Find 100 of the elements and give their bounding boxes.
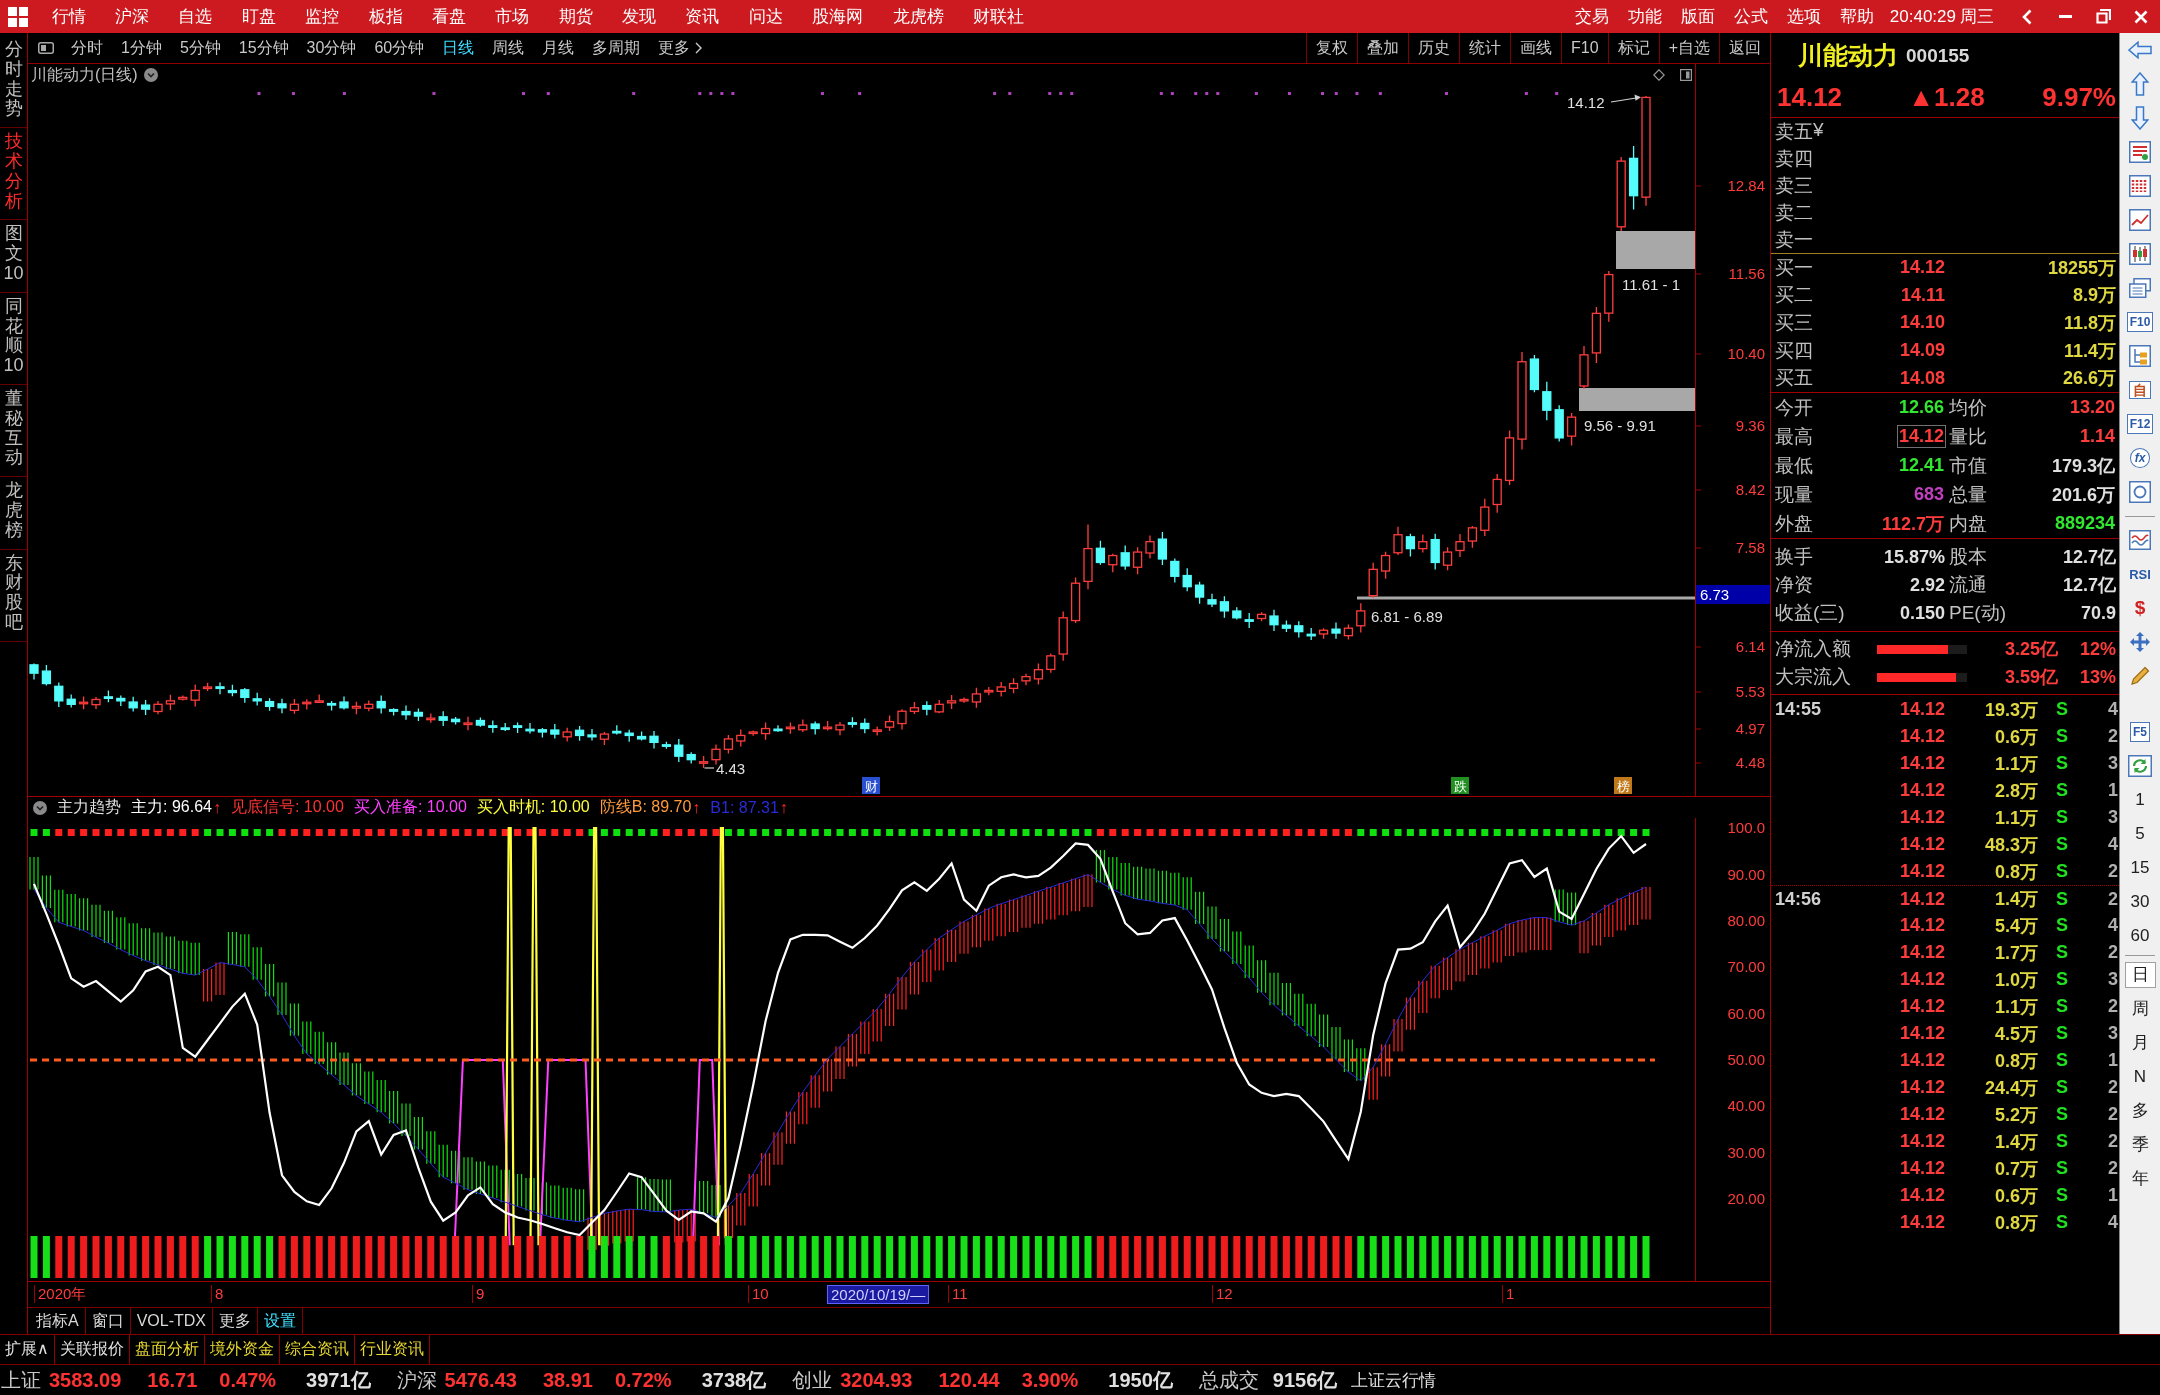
candlestick-icon[interactable] <box>2129 243 2151 265</box>
menu-item[interactable]: 期货 <box>544 5 608 28</box>
period-button[interactable]: 15 <box>2123 855 2157 881</box>
side-tab[interactable]: 同花顺10 <box>2 296 25 376</box>
menu-item[interactable]: 版面 <box>1671 5 1725 28</box>
period-tab[interactable]: 30分钟 <box>297 37 366 59</box>
rsi-button[interactable]: RSI <box>2129 566 2151 582</box>
extension-tab[interactable]: 综合资讯 <box>279 1335 355 1364</box>
menu-item[interactable]: 选项 <box>1777 5 1831 28</box>
period-button[interactable]: 周 <box>2124 996 2156 1022</box>
menu-item[interactable]: 沪深 <box>100 5 164 28</box>
event-tag[interactable]: 跌 <box>1451 777 1469 794</box>
period-button[interactable]: 季 <box>2124 1132 2156 1158</box>
restore-icon[interactable] <box>2095 9 2111 24</box>
menu-item[interactable]: 龙虎榜 <box>877 5 959 28</box>
grid-icon[interactable] <box>8 6 28 27</box>
extension-tab[interactable]: 盘面分析 <box>129 1335 205 1364</box>
indicator-tab[interactable]: 更多 <box>213 1308 258 1334</box>
extension-tab[interactable]: 扩展∧ <box>0 1335 55 1364</box>
menu-item[interactable]: 发现 <box>607 5 671 28</box>
toolbar-button[interactable]: 复权 <box>1306 33 1358 63</box>
side-tab[interactable]: 图文10 <box>2 224 25 284</box>
tree-icon[interactable] <box>2129 345 2151 367</box>
period-tab[interactable]: 日线 <box>433 37 484 59</box>
down-arrow-icon[interactable] <box>2131 106 2149 130</box>
side-tab[interactable]: 东财股吧 <box>2 553 25 633</box>
move-icon[interactable] <box>2129 631 2151 653</box>
panel-toggle-icon[interactable] <box>38 42 54 54</box>
toolbar-button[interactable]: 叠加 <box>1357 33 1409 63</box>
extension-tab[interactable]: 境外资金 <box>204 1335 280 1364</box>
indicator-tab[interactable]: 窗口 <box>85 1308 131 1334</box>
menu-item[interactable]: 帮助 <box>1830 5 1884 28</box>
menu-item[interactable]: 监控 <box>290 5 354 28</box>
period-button[interactable]: 年 <box>2124 1166 2156 1192</box>
table-icon[interactable] <box>2129 175 2151 197</box>
diamond-icon[interactable] <box>1653 69 1665 81</box>
side-tab[interactable]: 分时走势 <box>2 40 25 120</box>
event-tag[interactable]: 榜 <box>1614 777 1632 794</box>
news-ticker[interactable]: 上证云行情 <box>1351 1368 1437 1392</box>
f12-button[interactable]: F12 <box>2126 414 2154 434</box>
menu-item[interactable]: 财联社 <box>958 5 1039 28</box>
f5-button[interactable]: F5 <box>2130 722 2150 742</box>
pencil-icon[interactable] <box>2130 666 2150 686</box>
toolbar-button[interactable]: 统计 <box>1459 33 1511 63</box>
menu-item[interactable]: 交易 <box>1565 5 1619 28</box>
menu-item[interactable]: 自选 <box>163 5 228 28</box>
minimize-icon[interactable] <box>2058 15 2072 18</box>
period-tab[interactable]: 1分钟 <box>112 37 171 59</box>
menu-item[interactable]: 公式 <box>1724 5 1778 28</box>
event-tag[interactable]: 财 <box>862 777 880 794</box>
close-icon[interactable] <box>2134 9 2148 24</box>
extension-tab[interactable]: 行业资讯 <box>354 1335 430 1364</box>
menu-item[interactable]: 股海网 <box>797 5 878 28</box>
dropdown-icon[interactable] <box>33 800 47 815</box>
refresh-icon[interactable] <box>2128 755 2152 777</box>
period-button[interactable]: 月 <box>2124 1030 2156 1056</box>
dollar-button[interactable]: $ <box>2134 597 2146 619</box>
period-tab[interactable]: 周线 <box>483 37 534 59</box>
period-tab[interactable]: 分时 <box>62 37 112 59</box>
toolbar-button[interactable]: +自选 <box>1658 33 1719 63</box>
side-tab[interactable]: 董秘互动 <box>2 388 25 469</box>
toolbar-button[interactable]: 画线 <box>1510 33 1562 63</box>
toolbar-button[interactable]: 标记 <box>1607 33 1659 63</box>
period-tab[interactable]: 5分钟 <box>170 37 230 59</box>
extension-tab[interactable]: 关联报价 <box>54 1335 130 1364</box>
menu-item[interactable]: 功能 <box>1618 5 1672 28</box>
self-select-button[interactable]: 自 <box>2129 381 2151 399</box>
menu-item[interactable]: 资讯 <box>670 5 735 28</box>
list-icon[interactable] <box>2129 141 2151 163</box>
up-arrow-icon[interactable] <box>2131 72 2149 96</box>
toolbar-button[interactable]: 返回 <box>1719 33 1770 63</box>
back-arrow-icon[interactable] <box>2128 41 2152 59</box>
menu-item[interactable]: 盯盘 <box>227 5 291 28</box>
f10-button[interactable]: F10 <box>2126 312 2154 332</box>
side-tab[interactable]: 龙虎榜 <box>2 481 25 541</box>
line-chart-icon[interactable] <box>2129 209 2151 231</box>
back-icon[interactable] <box>2022 8 2032 25</box>
menu-item[interactable]: 行情 <box>37 5 101 28</box>
menu-item[interactable]: 问达 <box>734 5 798 28</box>
period-button[interactable]: 5 <box>2128 821 2152 847</box>
indicator-tab[interactable]: VOL-TDX <box>130 1308 213 1334</box>
period-button[interactable]: N <box>2126 1064 2154 1090</box>
toolbar-button[interactable]: 历史 <box>1408 33 1460 63</box>
period-button[interactable]: 1 <box>2128 787 2152 813</box>
indicator-tab[interactable]: 指标A <box>30 1308 86 1334</box>
more-button[interactable]: 更多 <box>649 37 712 59</box>
period-button[interactable]: 60 <box>2123 923 2157 949</box>
window-icon[interactable] <box>1680 69 1692 81</box>
indicator-tab[interactable]: 设置 <box>258 1308 303 1334</box>
menu-item[interactable]: 市场 <box>480 5 544 28</box>
formula-button[interactable]: fx <box>2129 448 2151 468</box>
menu-item[interactable]: 看盘 <box>417 5 481 28</box>
ring-icon[interactable] <box>2129 481 2151 503</box>
period-tab[interactable]: 月线 <box>533 37 584 59</box>
period-tab[interactable]: 多周期 <box>583 37 650 59</box>
period-tab[interactable]: 15分钟 <box>229 37 298 59</box>
period-button[interactable]: 多 <box>2124 1098 2156 1124</box>
period-tab[interactable]: 60分钟 <box>365 37 434 59</box>
menu-item[interactable]: 板指 <box>353 5 418 28</box>
period-button[interactable]: 30 <box>2123 889 2157 915</box>
